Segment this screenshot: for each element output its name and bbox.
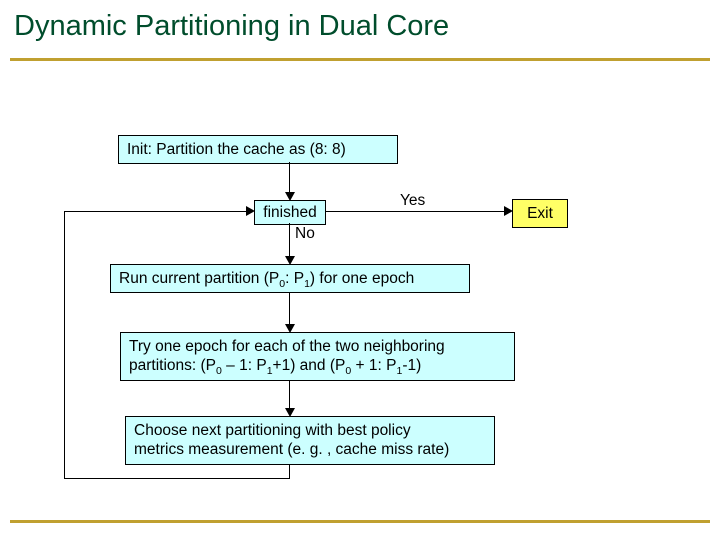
arrowhead-loop-into-decision [246, 206, 255, 216]
run-t2: : P [285, 270, 304, 287]
try-a: partitions: (P [129, 357, 216, 374]
loop-up [64, 211, 65, 478]
try-l2: partitions: (P0 – 1: P1+1) and (P0 + 1: … [129, 356, 506, 375]
try-l1: Try one epoch for each of the two neighb… [129, 337, 506, 356]
run-t3: ) for one epoch [310, 270, 414, 287]
choose-l1: Choose next partitioning with best polic… [134, 421, 486, 440]
box-decision-finished: finished [254, 200, 326, 225]
slide-title: Dynamic Partitioning in Dual Core [14, 10, 449, 43]
try-c: +1) and (P [273, 357, 346, 374]
arrow-try-to-choose [289, 380, 290, 408]
box-choose-next: Choose next partitioning with best polic… [125, 416, 495, 465]
run-t1: Run current partition (P [119, 270, 279, 287]
box-exit: Exit [512, 199, 568, 228]
top-rule [10, 58, 710, 61]
arrow-decision-to-run [289, 223, 290, 256]
arrow-run-to-try [289, 292, 290, 324]
arrow-init-to-decision [289, 162, 290, 192]
bottom-rule [10, 520, 710, 523]
try-d: + 1: P [351, 357, 396, 374]
box-init-text: Init: Partition the cache as (8: 8) [127, 141, 346, 158]
loop-left-bottom [64, 478, 290, 479]
choose-l2: metrics measurement (e. g. , cache miss … [134, 440, 486, 459]
arrow-decision-to-exit [326, 211, 504, 212]
box-decision-text: finished [263, 204, 316, 221]
loop-right-top [64, 211, 246, 212]
box-try-neighbors: Try one epoch for each of the two neighb… [120, 332, 515, 381]
box-run-current: Run current partition (P0: P1) for one e… [110, 264, 470, 293]
try-b: – 1: P [222, 357, 267, 374]
run-text: Run current partition (P0: P1) for one e… [119, 270, 414, 287]
box-init: Init: Partition the cache as (8: 8) [118, 135, 398, 164]
loop-down [289, 464, 290, 478]
box-exit-text: Exit [527, 205, 553, 222]
label-yes: Yes [400, 192, 425, 210]
try-e: -1) [402, 357, 421, 374]
label-no: No [295, 225, 315, 243]
